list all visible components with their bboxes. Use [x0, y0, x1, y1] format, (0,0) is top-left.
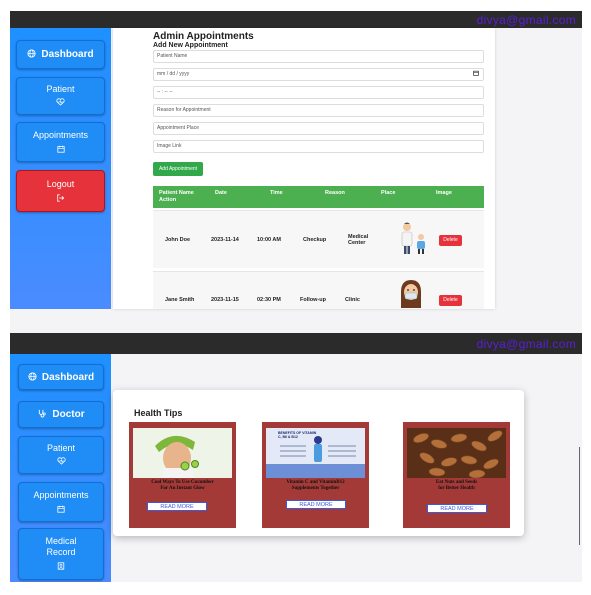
doctor-icon	[399, 221, 429, 257]
heart-pulse-icon	[56, 98, 65, 108]
globe-icon	[27, 49, 36, 60]
sidebar-item-patient[interactable]: Patient	[16, 77, 105, 115]
calendar-picker-icon[interactable]	[473, 70, 479, 81]
sidebar-item-label: Medical Record	[45, 536, 77, 557]
patient-name-input[interactable]: Patient Name	[153, 50, 484, 63]
logout-label: Logout	[46, 178, 75, 189]
cell-date: 2023-11-15	[211, 297, 239, 303]
admin-appointments-screen: divya@gmail.com Dashboard Patient Appoin…	[10, 11, 582, 333]
delete-button[interactable]: Delete	[439, 295, 462, 306]
scrollbar[interactable]	[579, 447, 580, 545]
sidebar-item-patient[interactable]: Patient	[18, 436, 104, 474]
stethoscope-icon	[37, 409, 47, 420]
page-title: Admin Appointments	[153, 31, 254, 42]
heart-pulse-icon	[56, 457, 66, 467]
table-header: Patient Name Action Date Time Reason Pla…	[153, 186, 484, 208]
sidebar-item-label: Dashboard	[41, 371, 95, 383]
top-bar: divya@gmail.com	[10, 333, 582, 354]
cell-time: 10:00 AM	[257, 237, 281, 243]
sidebar-item-appointments[interactable]: Appointments	[18, 482, 104, 522]
record-icon	[57, 562, 65, 572]
cell-reason: Follow-up	[300, 297, 326, 303]
infographic-caption: BENEFITS OF VITAMIN C, B6 & B12	[278, 431, 317, 439]
cell-reason: Checkup	[303, 237, 327, 243]
health-tip-card[interactable]: Cool Ways To Use Cucumber For An Instant…	[129, 422, 236, 528]
sidebar: Dashboard Patient Appointments Logout	[10, 28, 111, 309]
form-title: Add New Appointment	[153, 42, 228, 49]
table-row: John Doe 2023-11-14 10:00 AM Checkup Med…	[153, 210, 484, 268]
cell-time: 02:30 PM	[257, 297, 281, 303]
col-header-date: Date	[215, 190, 227, 196]
col-header-image: Image	[436, 190, 452, 196]
cell-name: John Doe	[165, 237, 191, 243]
read-more-button[interactable]: READ MORE	[427, 504, 487, 513]
cucumber-woman-image	[133, 428, 232, 478]
dashboard-screen: divya@gmail.com Dashboard Doctor Patient…	[10, 333, 582, 582]
col-header-action: Action	[159, 197, 177, 203]
col-header-time: Time	[270, 190, 283, 196]
health-tips-title: Health Tips	[134, 408, 183, 418]
globe-icon	[28, 371, 37, 383]
logout-button[interactable]: Logout	[16, 170, 105, 212]
place-input[interactable]: Appointment Place	[153, 122, 484, 135]
sidebar-item-label: Patient	[46, 84, 75, 94]
top-bar: divya@gmail.com	[10, 11, 582, 28]
user-email: divya@gmail.com	[476, 12, 576, 27]
sidebar-item-dashboard[interactable]: Dashboard	[18, 364, 104, 390]
nurse-icon	[397, 278, 425, 312]
cell-name: Jane Smith	[165, 297, 195, 303]
sidebar-item-label: Patient	[46, 443, 76, 453]
calendar-icon	[57, 505, 65, 515]
cell-place: Clinic	[345, 297, 360, 303]
health-tip-text: Eat Nuts and Seeds for Better Health	[435, 480, 478, 491]
sidebar-item-doctor[interactable]: Doctor	[18, 401, 104, 428]
sidebar-item-label: Doctor	[52, 409, 85, 420]
date-input[interactable]: mm / dd / yyyy	[153, 68, 484, 81]
delete-button[interactable]: Delete	[439, 235, 462, 246]
date-placeholder: mm / dd / yyyy	[157, 71, 190, 77]
health-tips-panel: Health Tips Cool Ways To Use Cucumber Fo…	[113, 390, 524, 536]
sidebar-item-label: Appointments	[33, 489, 89, 500]
health-tip-text: Vitamin C and VitaminB12 Supplements Tog…	[286, 480, 345, 491]
time-input[interactable]: -- : -- --	[153, 86, 484, 99]
cell-place: Medical Center	[348, 234, 369, 246]
image-link-input[interactable]: Image Link	[153, 140, 484, 153]
read-more-button[interactable]: READ MORE	[147, 502, 207, 511]
sidebar-item-medical-record[interactable]: Medical Record	[18, 528, 104, 580]
sidebar: Dashboard Doctor Patient Appointments Me…	[10, 354, 111, 582]
table-row: Jane Smith 2023-11-15 02:30 PM Follow-up…	[153, 271, 484, 309]
health-tip-card[interactable]: Eat Nuts and Seeds for Better Health REA…	[403, 422, 510, 528]
cell-date: 2023-11-14	[211, 237, 239, 243]
user-email: divya@gmail.com	[476, 336, 576, 351]
sidebar-item-dashboard[interactable]: Dashboard	[16, 40, 105, 69]
sidebar-item-label: Dashboard	[41, 49, 94, 60]
reason-input[interactable]: Reason for Appointment	[153, 104, 484, 117]
col-header-place: Place	[381, 190, 396, 196]
health-tip-card[interactable]: BENEFITS OF VITAMIN C, B6 & B12 Vitamin …	[262, 422, 369, 528]
col-header-name: Patient Name	[159, 190, 194, 196]
col-header-reason: Reason	[325, 190, 345, 196]
read-more-button[interactable]: READ MORE	[286, 500, 346, 509]
sidebar-item-label: Appointments	[32, 129, 89, 140]
sidebar-item-appointments[interactable]: Appointments	[16, 122, 105, 162]
calendar-icon	[56, 145, 65, 155]
almonds-image	[407, 428, 506, 478]
add-appointment-button[interactable]: Add Appointment	[153, 162, 203, 176]
logout-icon	[56, 193, 65, 204]
health-tip-text: Cool Ways To Use Cucumber For An Instant…	[151, 480, 214, 491]
vitamin-infographic-image: BENEFITS OF VITAMIN C, B6 & B12	[266, 428, 365, 478]
